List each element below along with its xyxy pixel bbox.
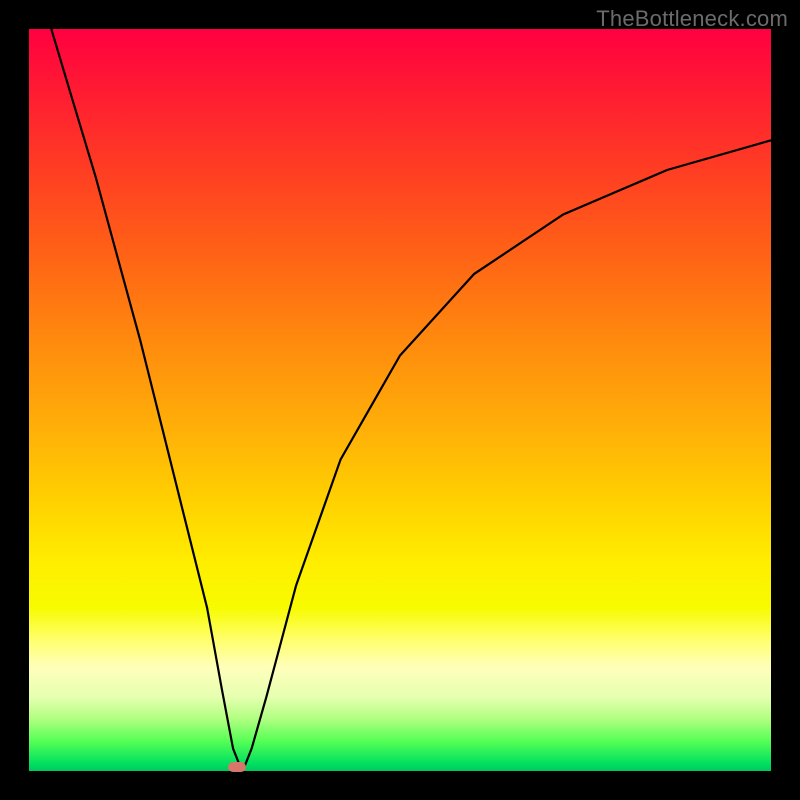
chart-plot-area bbox=[29, 29, 771, 771]
watermark-text: TheBottleneck.com bbox=[596, 6, 788, 32]
bottleneck-curve bbox=[51, 29, 771, 767]
chart-line bbox=[29, 29, 771, 771]
optimal-point-marker bbox=[228, 762, 246, 772]
chart-frame: TheBottleneck.com bbox=[0, 0, 800, 800]
